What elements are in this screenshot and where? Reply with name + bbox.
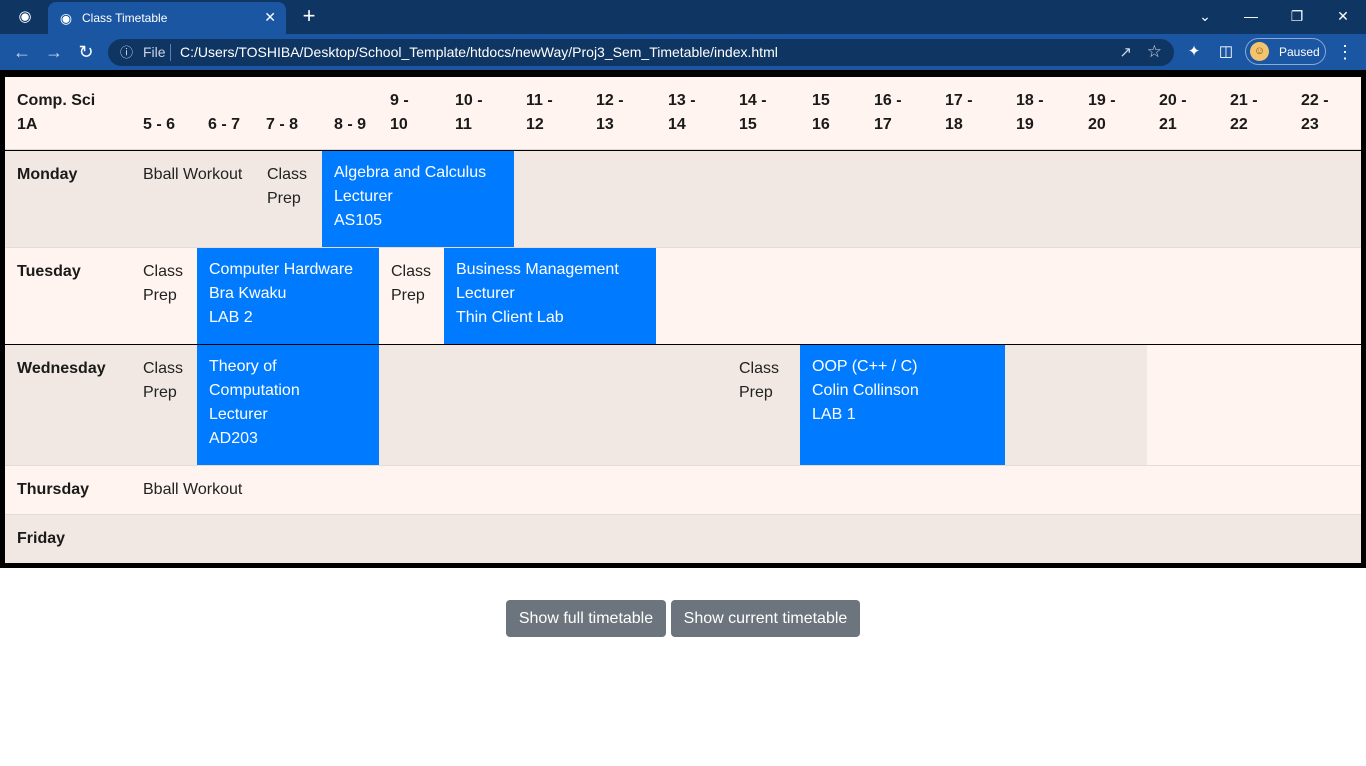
class-slot-oop[interactable]: OOP (C++ / C) Colin Collinson LAB 1 [800, 345, 1005, 465]
profile-button[interactable]: ☺ Paused [1245, 38, 1326, 65]
share-icon[interactable]: ↗ [1119, 43, 1132, 62]
file-scheme-label: File [143, 44, 166, 60]
kebab-menu-icon[interactable]: ⋮ [1336, 41, 1354, 63]
class-slot-text: Business Management Lecturer Thin Client… [456, 261, 619, 326]
day-label-thursday: Thursday [17, 481, 90, 498]
reload-icon[interactable]: ↻ [74, 40, 98, 64]
hour-header: 16 - 17 [874, 92, 902, 133]
class-slot-text: Theory of Computation Lecturer AD203 [209, 358, 300, 447]
hour-header: 15 16 [812, 92, 830, 133]
tab-search-chevron-icon[interactable]: ⌄ [1182, 4, 1228, 28]
hour-header: 7 - 8 [266, 116, 299, 133]
timetable: Comp. Sci 1A 5 - 6 6 - 7 7 - 8 8 - 9 9 -… [0, 70, 1366, 568]
activity-class-prep: Class Prep [391, 263, 432, 304]
class-slot-text: Algebra and Calculus Lecturer AS105 [334, 164, 487, 229]
forward-arrow-icon[interactable]: → [42, 40, 66, 64]
info-icon[interactable]: ⓘ [118, 44, 135, 61]
avatar: ☺ [1250, 42, 1269, 61]
class-name: Comp. Sci 1A [17, 92, 96, 133]
extensions-puzzle-icon[interactable]: ✦ [1184, 42, 1204, 62]
tab-title: Class Timetable [82, 11, 168, 25]
window-close-icon[interactable]: ✕ [1320, 4, 1366, 28]
class-slot-algebra[interactable]: Algebra and Calculus Lecturer AS105 [322, 151, 514, 247]
activity-class-prep: Class Prep [143, 360, 184, 401]
show-full-timetable-button[interactable]: Show full timetable [506, 600, 666, 637]
globe-icon: ◉ [59, 10, 73, 26]
hour-header: 6 - 7 [208, 116, 241, 133]
hour-header: 10 - 11 [455, 92, 483, 133]
hour-header: 21 - 22 [1230, 92, 1258, 133]
class-slot-computer-hardware[interactable]: Computer Hardware Bra Kwaku LAB 2 [197, 248, 379, 344]
bookmark-star-icon[interactable]: ☆ [1147, 42, 1162, 62]
hour-header: 20 - 21 [1159, 92, 1187, 133]
class-slot-theory-of-computation[interactable]: Theory of Computation Lecturer AD203 [197, 345, 379, 465]
class-slot-text: Computer Hardware Bra Kwaku LAB 2 [209, 261, 354, 326]
address-separator [170, 44, 171, 61]
browser-tab-strip: ◉ ◉ Class Timetable ✕ + ⌄ — ❐ ✕ [0, 0, 1366, 34]
hour-header: 13 - 14 [668, 92, 696, 133]
activity-class-prep: Class Prep [143, 263, 184, 304]
hour-header: 17 - 18 [945, 92, 973, 133]
class-slot-text: OOP (C++ / C) Colin Collinson LAB 1 [812, 358, 919, 423]
day-label-friday: Friday [17, 530, 66, 547]
url-text[interactable]: C:/Users/TOSHIBA/Desktop/School_Template… [180, 44, 778, 61]
show-current-timetable-button[interactable]: Show current timetable [671, 600, 860, 637]
activity-bball-workout: Bball Workout [143, 481, 243, 498]
side-panel-icon[interactable]: ◫ [1216, 42, 1236, 62]
table-row-friday [5, 515, 1361, 563]
hour-header: 19 - 20 [1088, 92, 1116, 133]
browser-toolbar: ← → ↻ ⓘ File C:/Users/TOSHIBA/Desktop/Sc… [0, 34, 1366, 70]
address-bar[interactable]: ⓘ File C:/Users/TOSHIBA/Desktop/School_T… [108, 39, 1174, 66]
profile-status: Paused [1279, 45, 1320, 59]
day-label-wednesday: Wednesday [17, 360, 106, 377]
activity-bball-workout: Bball Workout [143, 166, 243, 183]
row-cell-empty [1147, 345, 1361, 465]
day-label-tuesday: Tuesday [17, 263, 81, 280]
activity-class-prep: Class Prep [739, 360, 780, 401]
day-label-monday: Monday [17, 166, 78, 183]
hour-header: 22 - 23 [1301, 92, 1329, 133]
hour-header: 8 - 9 [334, 116, 367, 133]
back-arrow-icon[interactable]: ← [10, 40, 34, 64]
hour-header: 18 - 19 [1016, 92, 1044, 133]
hour-header: 11 - 12 [526, 92, 553, 133]
close-tab-icon[interactable]: ✕ [264, 9, 276, 25]
hour-header: 5 - 6 [143, 116, 176, 133]
hour-header: 14 - 15 [739, 92, 767, 133]
tab-search-globe-icon[interactable]: ◉ [14, 7, 36, 27]
hour-header: 12 - 13 [596, 92, 624, 133]
hour-header: 9 - 10 [390, 92, 409, 133]
row-divider [5, 465, 1361, 466]
new-tab-icon[interactable]: + [298, 5, 320, 27]
activity-class-prep: Class Prep [267, 166, 308, 207]
restore-icon[interactable]: ❐ [1274, 4, 1320, 28]
class-slot-business-management[interactable]: Business Management Lecturer Thin Client… [444, 248, 656, 344]
minimize-icon[interactable]: — [1228, 4, 1274, 28]
tab-class-timetable[interactable]: ◉ Class Timetable ✕ [48, 2, 286, 34]
